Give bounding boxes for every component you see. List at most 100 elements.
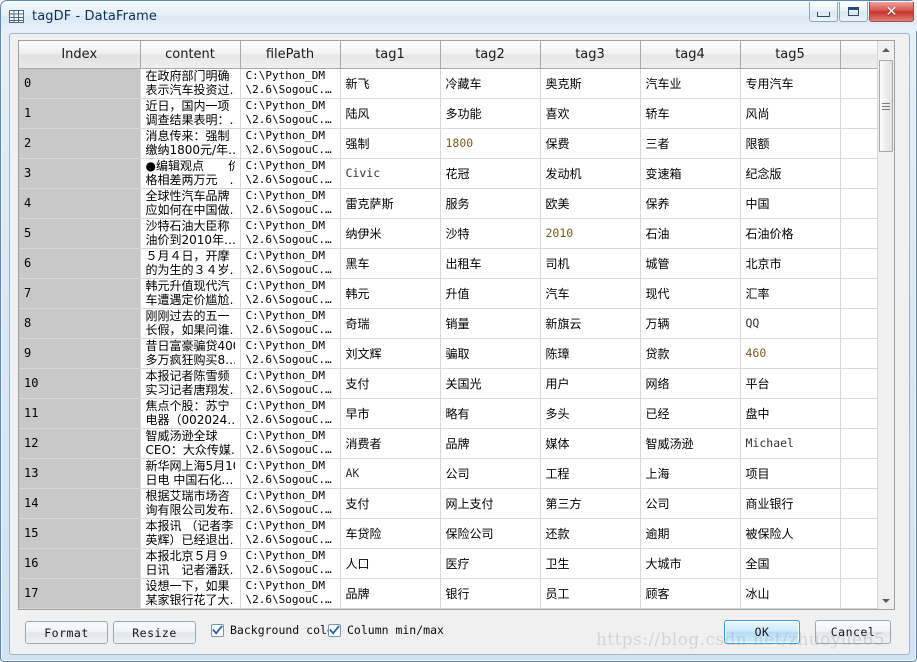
cell-index[interactable]: 16 [19,548,141,579]
table-row[interactable]: 16 本报北京５月９ 日讯 记者潘跃… C:\Python_DM \2.6\SogouC… [19,548,879,579]
column-header-tag5[interactable]: tag5 [740,41,841,69]
cell-tag4[interactable]: 现代 [640,278,741,309]
cell-tag3[interactable]: 媒体 [540,428,641,459]
column-header-content[interactable]: content [140,41,241,69]
cell-tag4[interactable]: 逾期 [640,518,741,549]
cell-tag5[interactable] [740,608,841,609]
cell-content[interactable]: 本报记者陈雪频 实习记者唐翔发… [140,368,241,399]
cell-tag5[interactable]: 中国 [740,188,841,219]
resize-button[interactable]: Resize [113,621,196,644]
cell-tag4[interactable]: 石油 [640,218,741,249]
table-row[interactable]: 18如果你周围的不C:\Python_DM [19,608,879,609]
cell-index[interactable]: 2 [19,128,141,159]
table-row[interactable]: 13 新华网上海5月10 日电 中国石化… C:\Python_DM \2.6\Sogo… [19,458,879,489]
cell-tag4[interactable]: 汽车业 [640,68,741,99]
cell-content[interactable]: 沙特石油大臣称 油价到2010年… [140,218,241,249]
table-row[interactable]: 3 ●编辑观点 价格相差两万元 … C:\Python_DM \2.6\SogouC.… [19,158,879,189]
cell-filepath[interactable]: C:\Python_DM \2.6\SogouC.… [240,158,341,189]
cell-index[interactable]: 7 [19,278,141,309]
cell-tag3[interactable]: 员工 [540,578,641,609]
cell-tag3[interactable]: 多头 [540,398,641,429]
cell-tag1[interactable]: AK [340,458,441,489]
cell-index[interactable]: 18 [19,608,141,609]
cell-tag3[interactable]: 第三方 [540,488,641,519]
cell-tag4[interactable]: 大城市 [640,548,741,579]
cell-tag5[interactable]: 风尚 [740,98,841,129]
cell-tag4[interactable]: 已经 [640,398,741,429]
cell-tag1[interactable]: 雷克萨斯 [340,188,441,219]
table-row[interactable]: 15 本报讯 （记者李 英辉）已经退出… C:\Python_DM \2.6\Sogou… [19,518,879,549]
column-header-tag1[interactable]: tag1 [340,41,441,69]
scrollbar-thumb[interactable] [879,60,893,152]
table-row[interactable]: 14 根据艾瑞市场咨 询有限公司发布… C:\Python_DM \2.6\SogouC… [19,488,879,519]
cell-tag3[interactable]: 司机 [540,248,641,279]
cell-content[interactable]: 智威汤逊全球 CEO：大众传媒… [140,428,241,459]
table-row[interactable]: 8 刚刚过去的五一 长假，如果问谁… C:\Python_DM \2.6\SogouC.… [19,308,879,339]
table-row[interactable]: 1 近日，国内一项 调查结果表明：… C:\Python_DM \2.6\SogouC.… [19,98,879,129]
cell-tag1[interactable]: 品牌 [340,578,441,609]
cell-index[interactable]: 11 [19,398,141,429]
cell-index[interactable]: 15 [19,518,141,549]
cell-tag3[interactable]: 还款 [540,518,641,549]
background-color-checkbox[interactable]: Background color [211,623,341,637]
cell-tag1[interactable]: 陆风 [340,98,441,129]
format-button[interactable]: Format [25,621,108,644]
cell-filepath[interactable]: C:\Python_DM \2.6\SogouC.… [240,98,341,129]
cell-tag2[interactable]: 多功能 [440,98,541,129]
column-header-tag4[interactable]: tag4 [640,41,741,69]
cell-tag4[interactable]: 贷款 [640,338,741,369]
cell-tag1[interactable]: 人口 [340,548,441,579]
cell-tag3[interactable]: 喜欢 [540,98,641,129]
cell-tag2[interactable]: 公司 [440,458,541,489]
cell-tag2[interactable]: 出租车 [440,248,541,279]
cell-tag2[interactable]: 关国光 [440,368,541,399]
cell-filepath[interactable]: C:\Python_DM \2.6\SogouC.… [240,218,341,249]
table-row[interactable]: 4 全球性汽车品牌 应如何在中国做… C:\Python_DM \2.6\SogouC.… [19,188,879,219]
cell-filepath[interactable]: C:\Python_DM \2.6\SogouC.… [240,188,341,219]
column-header-filepath[interactable]: filePath [240,41,341,69]
cell-tag2[interactable]: 保险公司 [440,518,541,549]
table-row[interactable]: 6 ５月４日，开摩 的为生的３４岁… C:\Python_DM \2.6\SogouC.… [19,248,879,279]
cell-tag4[interactable]: 三者 [640,128,741,159]
cell-tag5[interactable]: 被保险人 [740,518,841,549]
cell-index[interactable]: 3 [19,158,141,189]
cell-content[interactable]: 焦点个股：苏宁 电器（002024… [140,398,241,429]
cell-tag1[interactable]: 纳伊米 [340,218,441,249]
table-row[interactable]: 17 设想一下，如果 某家银行花了大… C:\Python_DM \2.6\SogouC… [19,578,879,609]
cell-tag4[interactable]: 智威汤逊 [640,428,741,459]
column-minmax-checkbox[interactable]: Column min/max [328,623,444,637]
column-header-index[interactable]: Index [19,41,141,69]
cell-content[interactable]: 新华网上海5月10 日电 中国石化… [140,458,241,489]
cell-content[interactable]: 昔日富豪骗贷400 多万疯狂购买8… [140,338,241,369]
cell-index[interactable]: 1 [19,98,141,129]
cell-filepath[interactable]: C:\Python_DM \2.6\SogouC.… [240,68,341,99]
cell-tag1[interactable]: 韩元 [340,278,441,309]
cell-filepath[interactable]: C:\Python_DM \2.6\SogouC.… [240,338,341,369]
table-row[interactable]: 9 昔日富豪骗贷400 多万疯狂购买8… C:\Python_DM \2.6\Sogou… [19,338,879,369]
cell-tag3[interactable] [540,608,641,609]
table-row[interactable]: 10 本报记者陈雪频 实习记者唐翔发… C:\Python_DM \2.6\SogouC… [19,368,879,399]
cell-index[interactable]: 10 [19,368,141,399]
scroll-up-button[interactable] [878,41,894,58]
cell-tag1[interactable]: 车贷险 [340,518,441,549]
cell-content[interactable]: 韩元升值现代汽 车遭遇定价尴尬… [140,278,241,309]
cell-filepath[interactable]: C:\Python_DM \2.6\SogouC.… [240,548,341,579]
cell-tag4[interactable]: 轿车 [640,98,741,129]
cell-tag5[interactable]: 纪念版 [740,158,841,189]
cell-tag1[interactable]: 奇瑞 [340,308,441,339]
cell-filepath[interactable]: C:\Python_DM \2.6\SogouC.… [240,248,341,279]
cell-tag5[interactable]: 平台 [740,368,841,399]
cell-tag4[interactable]: 上海 [640,458,741,489]
cell-tag5[interactable]: 限额 [740,128,841,159]
cell-content[interactable]: 近日，国内一项 调查结果表明：… [140,98,241,129]
table-row[interactable]: 12 智威汤逊全球 CEO：大众传媒… C:\Python_DM \2.6\SogouC… [19,428,879,459]
table-row[interactable]: 0 在政府部门明确 表示汽车投资过… C:\Python_DM \2.6\SogouC.… [19,68,879,99]
table-row[interactable]: 2 消息传来：强制 缴纳1800元/年… C:\Python_DM \2.6\Sogou… [19,128,879,159]
close-button[interactable]: ✕ [869,2,914,22]
cell-tag5[interactable]: 商业银行 [740,488,841,519]
cell-tag4[interactable]: 城管 [640,248,741,279]
cell-tag2[interactable]: 品牌 [440,428,541,459]
cell-content[interactable]: 设想一下，如果 某家银行花了大… [140,578,241,609]
cell-content[interactable]: 消息传来：强制 缴纳1800元/年… [140,128,241,159]
cell-tag5[interactable]: Michael [740,428,841,459]
